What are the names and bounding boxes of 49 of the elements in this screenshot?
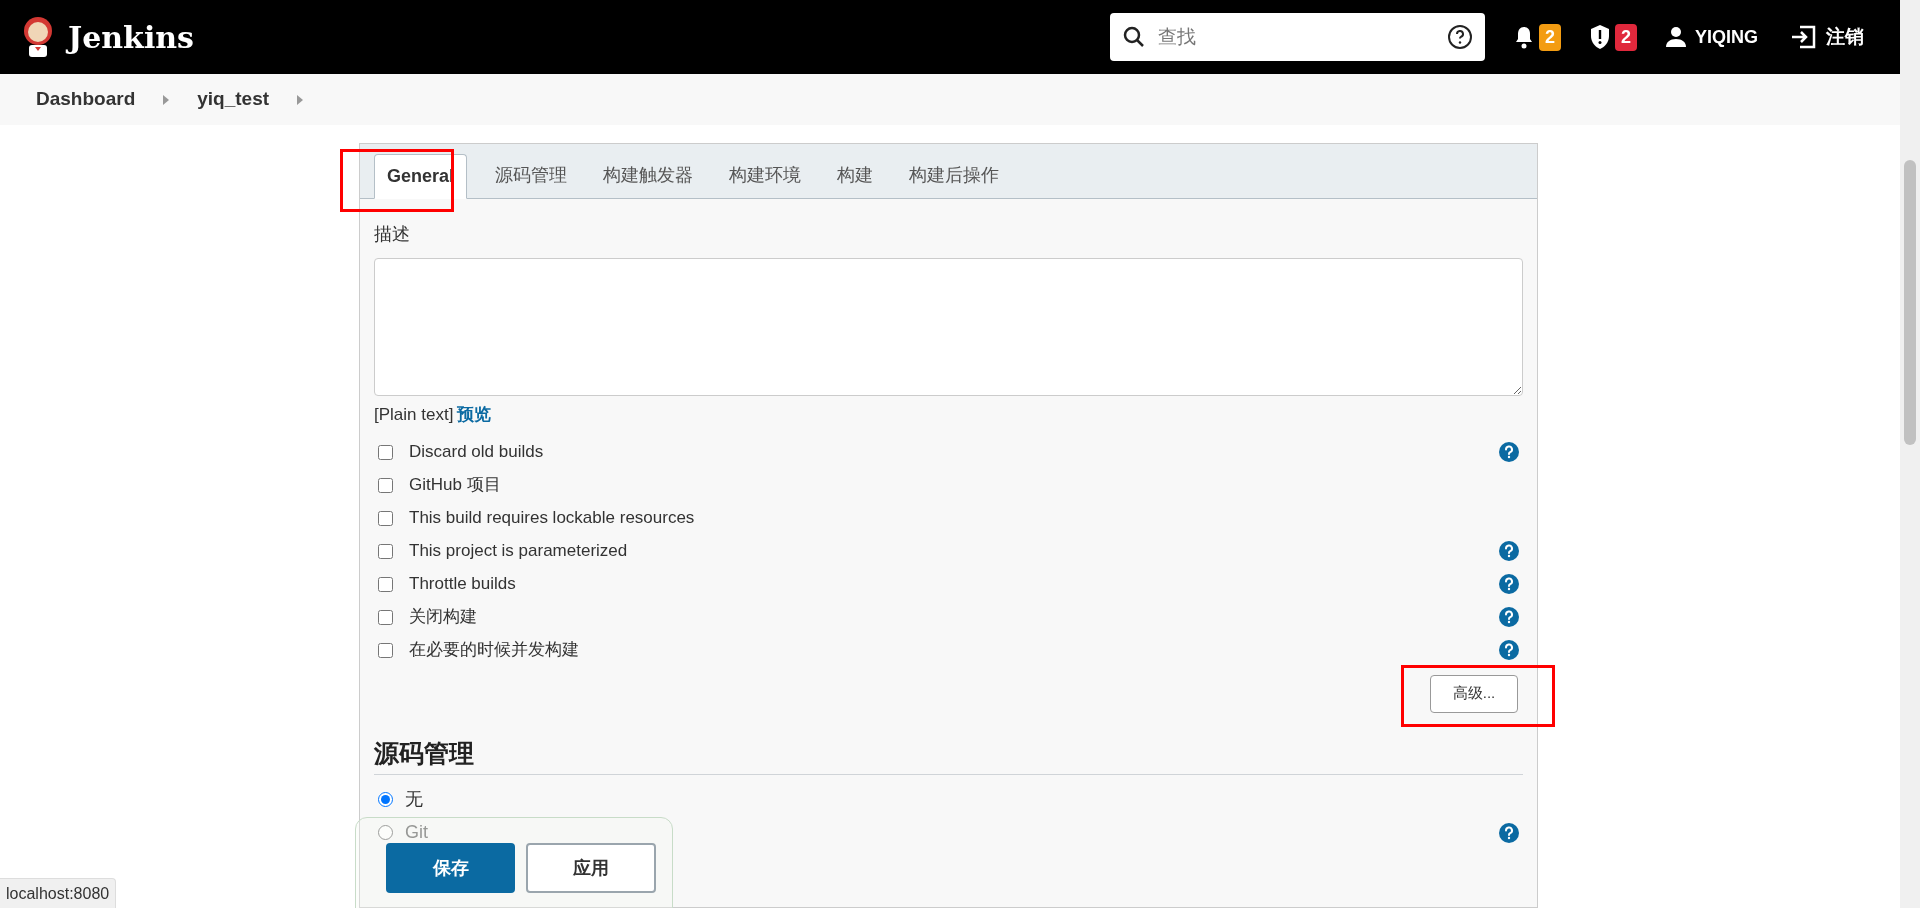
section-heading: 源码管理 <box>374 734 1523 775</box>
scrollbar[interactable] <box>1900 0 1920 908</box>
config-tab[interactable]: 源码管理 <box>479 153 584 198</box>
chevron-icon[interactable] <box>297 94 304 105</box>
option-checkbox[interactable] <box>378 576 393 592</box>
scm-radio[interactable] <box>378 792 393 807</box>
option-label: 关闭构建 <box>409 606 478 629</box>
option-checkbox[interactable] <box>378 609 393 625</box>
option-label: Throttle builds <box>409 573 517 596</box>
option-checkbox[interactable] <box>378 510 393 526</box>
option-label: This project is parameterized <box>409 540 629 563</box>
search-icon <box>1121 25 1146 49</box>
option-checkbox[interactable] <box>378 477 393 493</box>
help-icon[interactable] <box>1446 24 1473 50</box>
option-checkbox[interactable] <box>378 642 393 658</box>
radio-label: 无 <box>405 788 424 811</box>
config-tab[interactable]: 构建环境 <box>713 153 818 198</box>
apply-button[interactable]: 应用 <box>526 843 656 893</box>
option-label: Discard old builds <box>409 441 545 464</box>
scm-radio[interactable] <box>378 825 393 840</box>
option-checkbox[interactable] <box>378 543 393 559</box>
status-url: localhost:8080 <box>0 878 117 908</box>
user-icon[interactable] <box>1665 26 1687 48</box>
user-link[interactable]: YIQING <box>1695 23 1758 51</box>
format-label: [Plain text] <box>374 404 454 426</box>
save-button[interactable]: 保存 <box>386 843 515 893</box>
search-input[interactable]: 查找 <box>1157 22 1435 52</box>
scrollbar-thumb[interactable] <box>1904 160 1916 445</box>
config-tab[interactable]: 构建后操作 <box>893 153 1016 198</box>
logout-link[interactable]: 注销 <box>1826 22 1864 52</box>
option-label: This build requires lockable resources <box>409 507 696 530</box>
config-tab[interactable]: 构建 <box>821 153 890 198</box>
preview-link[interactable]: 预览 <box>457 402 492 428</box>
description-field[interactable] <box>374 258 1523 396</box>
option-checkbox[interactable] <box>378 444 393 460</box>
config-tab[interactable]: 构建触发器 <box>587 153 710 198</box>
chevron-icon[interactable] <box>163 94 170 105</box>
option-label: GitHub 项目 <box>409 474 502 497</box>
notification-count: 2 <box>1538 23 1561 51</box>
security-count: 2 <box>1614 23 1637 51</box>
breadcrumb-link[interactable]: yiq_test <box>197 85 270 114</box>
advanced-button[interactable]: 高级... <box>1430 674 1518 713</box>
radio-label: Git <box>405 821 429 844</box>
shield-icon[interactable] <box>1588 24 1611 50</box>
breadcrumb-link[interactable]: Dashboard <box>36 85 136 114</box>
logout-icon[interactable] <box>1790 25 1818 49</box>
search-field[interactable]: 查找 <box>1109 13 1485 61</box>
field-label: 描述 <box>374 223 410 246</box>
option-label: 在必要的时候并发构建 <box>409 639 580 662</box>
